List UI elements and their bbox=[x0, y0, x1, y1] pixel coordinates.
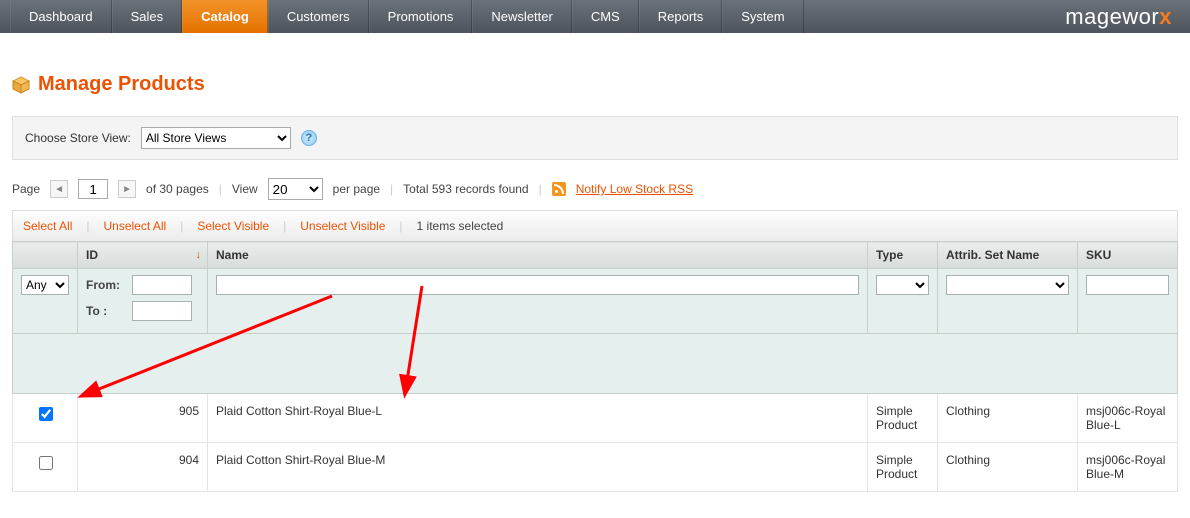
page-label: Page bbox=[12, 182, 40, 196]
help-icon[interactable]: ? bbox=[301, 130, 317, 146]
nav-tab-customers[interactable]: Customers bbox=[268, 0, 369, 33]
brand-accent: x bbox=[1159, 4, 1172, 30]
col-attrib-set[interactable]: Attrib. Set Name bbox=[938, 242, 1078, 269]
filter-aset-select[interactable] bbox=[946, 275, 1069, 295]
pager-bar: Page ◄ ► of 30 pages | View 20 per page … bbox=[12, 160, 1178, 210]
cell-type: Simple Product bbox=[868, 394, 938, 443]
cell-sku: msj006c-Royal Blue-M bbox=[1078, 443, 1178, 492]
store-view-bar: Choose Store View: All Store Views ? bbox=[12, 116, 1178, 160]
per-page-select[interactable]: 20 bbox=[268, 178, 323, 200]
cell-aset: Clothing bbox=[938, 394, 1078, 443]
package-icon bbox=[12, 76, 30, 94]
store-view-select[interactable]: All Store Views bbox=[141, 127, 291, 149]
notify-low-stock-link[interactable]: Notify Low Stock RSS bbox=[576, 182, 693, 196]
total-records: Total 593 records found bbox=[403, 182, 528, 196]
cell-aset: Clothing bbox=[938, 443, 1078, 492]
table-row[interactable]: 904 Plaid Cotton Shirt-Royal Blue-M Simp… bbox=[13, 443, 1178, 492]
page-title: Manage Products bbox=[12, 73, 1178, 96]
select-all-link[interactable]: Select All bbox=[23, 219, 72, 233]
rss-icon bbox=[552, 182, 566, 196]
select-visible-link[interactable]: Select Visible bbox=[197, 219, 269, 233]
unselect-visible-link[interactable]: Unselect Visible bbox=[300, 219, 385, 233]
items-selected-count: 1 items selected bbox=[417, 219, 504, 233]
store-view-label: Choose Store View: bbox=[25, 131, 131, 145]
prev-page-button[interactable]: ◄ bbox=[50, 180, 68, 198]
page-title-text: Manage Products bbox=[38, 73, 205, 96]
col-type[interactable]: Type bbox=[868, 242, 938, 269]
col-checkbox bbox=[13, 242, 78, 269]
cell-sku: msj006c-Royal Blue-L bbox=[1078, 394, 1178, 443]
nav-tab-dashboard[interactable]: Dashboard bbox=[10, 0, 112, 33]
cell-id: 904 bbox=[78, 443, 208, 492]
sort-desc-icon: ↓ bbox=[196, 249, 202, 261]
cell-type: Simple Product bbox=[868, 443, 938, 492]
filter-from-label: From: bbox=[86, 278, 126, 292]
nav-tab-newsletter[interactable]: Newsletter bbox=[472, 0, 571, 33]
next-page-button[interactable]: ► bbox=[118, 180, 136, 198]
filter-checkbox-select[interactable]: Any bbox=[21, 275, 69, 295]
nav-tab-promotions[interactable]: Promotions bbox=[369, 0, 473, 33]
per-page-suffix: per page bbox=[333, 182, 380, 196]
nav-tab-cms[interactable]: CMS bbox=[572, 0, 639, 33]
cell-name: Plaid Cotton Shirt-Royal Blue-M bbox=[208, 443, 868, 492]
filter-type-select[interactable] bbox=[876, 275, 929, 295]
of-pages-label: of 30 pages bbox=[146, 182, 209, 196]
top-nav: Dashboard Sales Catalog Customers Promot… bbox=[0, 0, 1190, 33]
filter-sku-input[interactable] bbox=[1086, 275, 1169, 295]
view-label: View bbox=[232, 182, 258, 196]
col-sku[interactable]: SKU bbox=[1078, 242, 1178, 269]
col-name[interactable]: Name bbox=[208, 242, 868, 269]
row-checkbox[interactable] bbox=[39, 456, 53, 470]
nav-tab-reports[interactable]: Reports bbox=[639, 0, 723, 33]
annotation-arrow-2 bbox=[397, 281, 437, 391]
annotation-arrow-1 bbox=[82, 291, 342, 401]
nav-tab-sales[interactable]: Sales bbox=[112, 0, 183, 33]
massaction-bar: Select All | Unselect All | Select Visib… bbox=[12, 210, 1178, 241]
col-id[interactable]: ID ↓ bbox=[78, 242, 208, 269]
page-input[interactable] bbox=[78, 179, 108, 199]
brand-text: magewor bbox=[1065, 4, 1159, 30]
nav-tab-catalog[interactable]: Catalog bbox=[182, 0, 268, 33]
unselect-all-link[interactable]: Unselect All bbox=[103, 219, 166, 233]
row-checkbox[interactable] bbox=[39, 407, 53, 421]
brand-logo: mageworx bbox=[1065, 0, 1190, 33]
nav-tab-system[interactable]: System bbox=[722, 0, 803, 33]
